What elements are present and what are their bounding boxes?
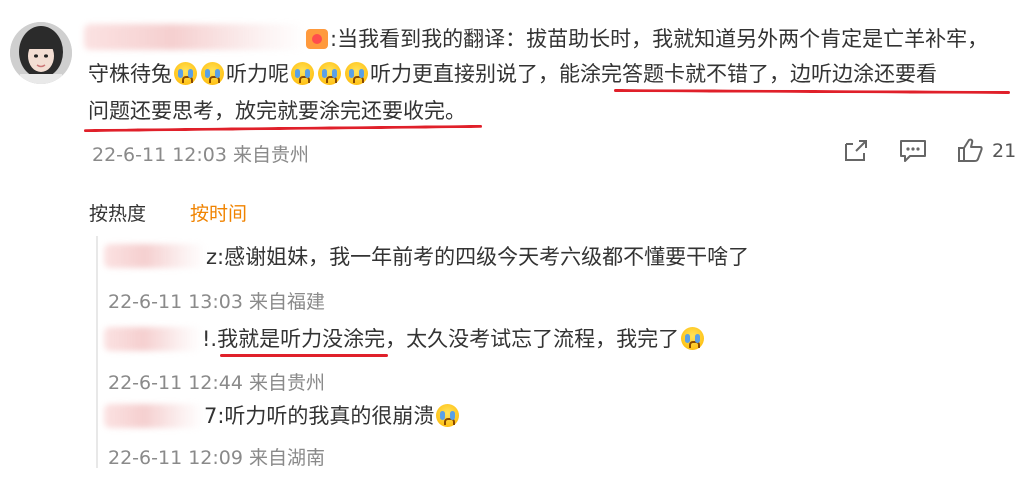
comment-text-2a: 守株待兔: [88, 62, 172, 86]
reply-thread-line: [96, 236, 98, 468]
crying-face-icon: [436, 404, 460, 427]
comment-text-2d: 能涂完答题卡就不错了，边听边涂还要看: [559, 62, 937, 86]
comment-line-1: :当我看到我的翻译：拔苗助长时，我就知道另外两个肯定是亡羊补牢，: [306, 24, 988, 54]
like-icon[interactable]: [956, 137, 984, 163]
reply-timestamp: 22-6-11 13:03 来自福建: [108, 291, 325, 313]
like-count: 21: [992, 140, 1017, 162]
username-blurred[interactable]: [84, 24, 306, 50]
crying-face-icon: [681, 327, 705, 350]
tab-sort-time[interactable]: 按时间: [190, 199, 247, 226]
username-blurred[interactable]: [104, 404, 204, 428]
member-badge-icon: [306, 29, 328, 49]
crying-face-icon: [174, 62, 197, 85]
comment-text-2b: 听力呢: [226, 62, 289, 86]
crying-face-icon: [291, 62, 314, 85]
crying-face-icon: [345, 62, 368, 85]
reply-text: ，太久没考试忘了流程，我完了: [385, 327, 680, 351]
comment-text-1: :当我看到我的翻译：拔苗助长时，我就知道另外两个肯定是亡羊补牢，: [330, 27, 989, 51]
reply-line: 7:听力听的我真的很崩溃: [204, 401, 461, 431]
highlight-underline: [220, 354, 388, 357]
crying-face-icon: [201, 62, 224, 85]
comment-text-2c: 听力更直接别说了，: [370, 62, 559, 86]
comment-line-3: 问题还要思考，放完就要涂完还要收完。: [88, 96, 466, 126]
comment-text-3: 问题还要思考，放完就要涂完还要收完。: [88, 99, 466, 123]
reply-line: !.我就是听力没涂完，太久没考试忘了流程，我完了: [202, 324, 706, 354]
tab-sort-hot[interactable]: 按热度: [89, 199, 146, 226]
reply-text: 7:听力听的我真的很崩溃: [204, 404, 435, 428]
reply-timestamp: 22-6-11 12:09 来自湖南: [108, 447, 325, 469]
reply-text: z:感谢姐妹，我一年前考的四级今天考六级都不懂要干啥了: [206, 245, 750, 269]
comment-line-2: 守株待兔 听力呢 听力更直接别说了，能涂完答题卡就不错了，边听边涂还要看: [88, 59, 937, 89]
highlight-underline: [613, 88, 1011, 95]
avatar[interactable]: [10, 22, 72, 84]
username-blurred[interactable]: [104, 327, 202, 351]
username-blurred[interactable]: [104, 244, 206, 268]
comment-icon[interactable]: [898, 138, 926, 164]
reply-timestamp: 22-6-11 12:44 来自贵州: [108, 372, 325, 394]
comment-timestamp: 22-6-11 12:03 来自贵州: [92, 144, 309, 166]
reply-prefix: !.: [202, 327, 218, 351]
crying-face-icon: [318, 62, 341, 85]
share-icon[interactable]: [842, 138, 870, 164]
reply-text-highlighted: 我就是听力没涂完: [217, 327, 386, 351]
